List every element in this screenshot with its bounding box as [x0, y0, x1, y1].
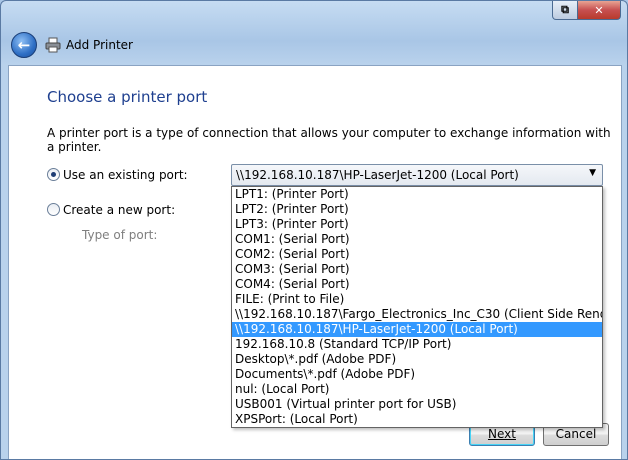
port-option[interactable]: LPT1: (Printer Port) — [232, 187, 602, 202]
close-button[interactable]: ✕ — [578, 1, 621, 20]
port-option[interactable]: nul: (Local Port) — [232, 382, 602, 397]
restore-button[interactable]: ⧉ — [552, 1, 578, 20]
next-button-label: Next — [488, 427, 516, 441]
port-option[interactable]: COM4: (Serial Port) — [232, 277, 602, 292]
restore-icon: ⧉ — [561, 3, 569, 16]
add-printer-window: ⧉ ✕ ← Add Printer Choose a printer port … — [0, 0, 628, 460]
window-title: Add Printer — [66, 38, 133, 52]
port-option[interactable]: 192.168.10.8 (Standard TCP/IP Port) — [232, 337, 602, 352]
existing-port-radio[interactable] — [47, 168, 60, 181]
existing-port-select-value: \\192.168.10.187\HP-LaserJet-1200 (Local… — [236, 168, 519, 182]
port-option[interactable]: Documents\*.pdf (Adobe PDF) — [232, 367, 602, 382]
port-option[interactable]: LPT2: (Printer Port) — [232, 202, 602, 217]
port-option[interactable]: \\192.168.10.187\HP-LaserJet-1200 (Local… — [232, 322, 602, 337]
port-option[interactable]: LPT3: (Printer Port) — [232, 217, 602, 232]
port-type-label: Type of port: — [82, 228, 158, 242]
back-arrow-icon: ← — [17, 36, 31, 54]
back-button[interactable]: ← — [11, 32, 37, 58]
port-option[interactable]: COM1: (Serial Port) — [232, 232, 602, 247]
port-option[interactable]: USB001 (Virtual printer port for USB) — [232, 397, 602, 412]
new-port-label[interactable]: Create a new port: — [63, 203, 175, 217]
existing-port-label[interactable]: Use an existing port: — [63, 168, 188, 182]
page-description: A printer port is a type of connection t… — [47, 126, 611, 154]
page-title: Choose a printer port — [47, 88, 208, 106]
dropdown-arrow-icon[interactable]: ▼ — [589, 168, 596, 178]
printer-icon — [45, 37, 61, 53]
port-option[interactable]: COM3: (Serial Port) — [232, 262, 602, 277]
port-option[interactable]: FILE: (Print to File) — [232, 292, 602, 307]
port-dropdown-list: LPT1: (Printer Port) LPT2: (Printer Port)… — [231, 186, 603, 428]
port-option[interactable]: Desktop\*.pdf (Adobe PDF) — [232, 352, 602, 367]
wizard-content: Choose a printer port A printer port is … — [8, 65, 622, 459]
port-option[interactable]: XPSPort: (Local Port) — [232, 412, 602, 427]
close-icon: ✕ — [594, 3, 604, 17]
new-port-radio[interactable] — [47, 203, 60, 216]
port-option[interactable]: COM2: (Serial Port) — [232, 247, 602, 262]
caption-buttons: ⧉ ✕ — [552, 1, 621, 20]
port-option[interactable]: \\192.168.10.187\Fargo_Electronics_Inc_C… — [232, 307, 602, 322]
existing-port-select[interactable]: \\192.168.10.187\HP-LaserJet-1200 (Local… — [231, 164, 603, 186]
